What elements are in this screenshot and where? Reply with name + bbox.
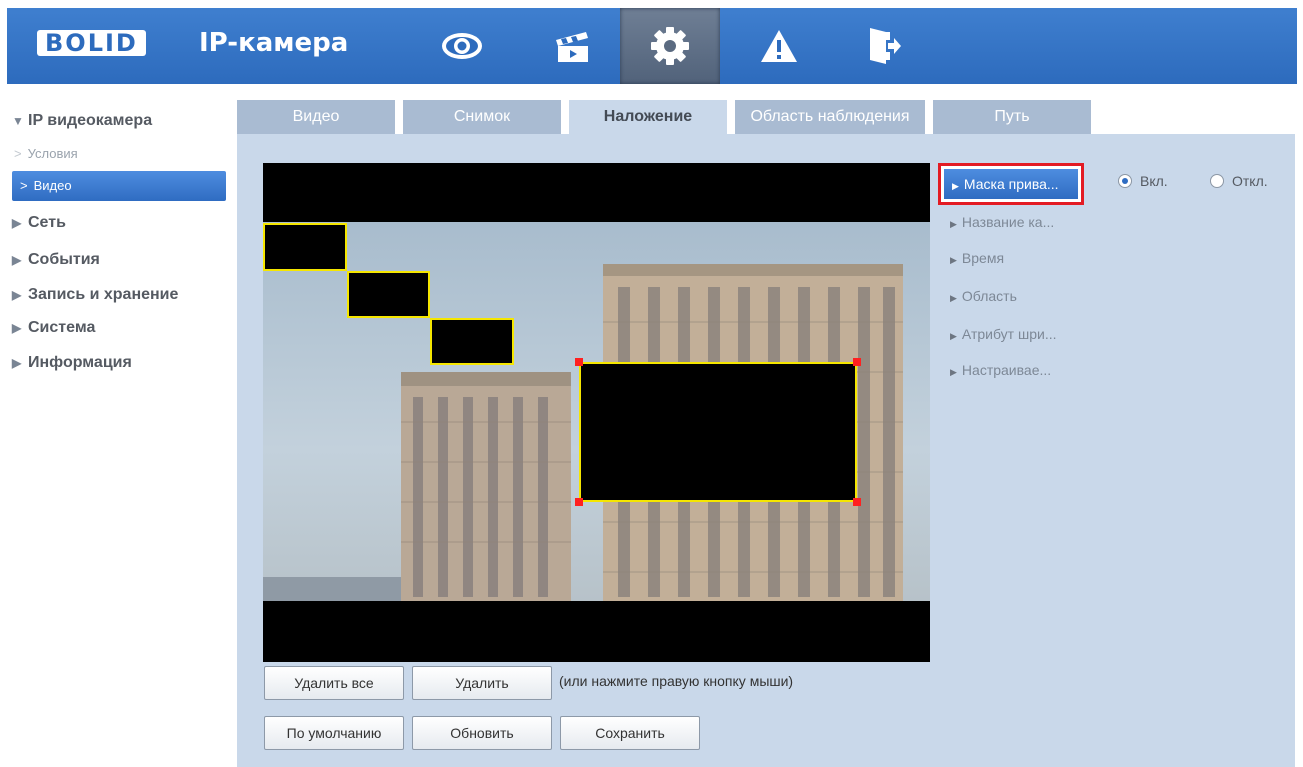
- triangle-right-icon: ▶: [12, 216, 22, 230]
- tab-video[interactable]: Видео: [237, 100, 395, 134]
- menu-item-privacy-mask[interactable]: ▶ Маска прива...: [944, 169, 1078, 199]
- triangle-right-icon: ▶: [12, 321, 22, 335]
- triangle-right-icon: ▶: [12, 356, 22, 370]
- triangle-right-icon: ▶: [950, 331, 957, 341]
- tab-area[interactable]: Область наблюдения: [735, 100, 925, 134]
- settings-nav-button[interactable]: [620, 8, 720, 84]
- privacy-mask-3[interactable]: [430, 318, 514, 365]
- menu-item-privacy-mask-highlight[interactable]: ▶ Маска прива...: [938, 163, 1084, 205]
- delete-all-button[interactable]: Удалить все: [264, 666, 404, 700]
- triangle-down-icon: ▼: [12, 114, 24, 128]
- right-click-hint: (или нажмите правую кнопку мыши): [559, 673, 794, 689]
- enable-radio[interactable]: Вкл.: [1118, 172, 1168, 190]
- top-navigation-bar: BOLID IP-камера: [7, 8, 1297, 84]
- menu-item-channel-name[interactable]: ▶ Название ка...: [950, 213, 1054, 233]
- resize-handle[interactable]: [575, 358, 583, 366]
- tab-path[interactable]: Путь: [933, 100, 1091, 134]
- privacy-mask-2[interactable]: [347, 271, 430, 318]
- tab-snapshot[interactable]: Снимок: [403, 100, 561, 134]
- refresh-button[interactable]: Обновить: [412, 716, 552, 750]
- sidebar-item-video[interactable]: > Видео: [12, 171, 226, 201]
- logout-icon: [870, 28, 901, 64]
- gear-icon: [651, 27, 689, 65]
- triangle-right-icon: ▶: [12, 288, 22, 302]
- triangle-right-icon: ▶: [950, 367, 957, 377]
- sidebar-group-network[interactable]: ▶ Сеть: [12, 213, 66, 233]
- resize-handle[interactable]: [575, 498, 583, 506]
- default-button[interactable]: По умолчанию: [264, 716, 404, 750]
- clapperboard-icon: [556, 32, 588, 62]
- sidebar-group-system[interactable]: ▶ Система: [12, 318, 95, 338]
- menu-item-area[interactable]: ▶ Область: [950, 287, 1017, 307]
- triangle-right-icon: ▶: [12, 253, 22, 267]
- radio-selected-icon: [1118, 174, 1132, 188]
- menu-item-font-attribute[interactable]: ▶ Атрибут шри...: [950, 325, 1057, 345]
- warning-icon: [761, 30, 797, 62]
- alarm-nav-button[interactable]: [729, 8, 829, 84]
- menu-item-time[interactable]: ▶ Время: [950, 249, 1004, 269]
- resize-handle[interactable]: [853, 358, 861, 366]
- chevron-right-icon: >: [20, 178, 28, 193]
- disable-radio[interactable]: Откл.: [1210, 172, 1268, 190]
- bolid-logo: BOLID: [37, 30, 146, 56]
- resize-handle[interactable]: [853, 498, 861, 506]
- eye-icon: [442, 33, 482, 59]
- sidebar-group-ip-camera[interactable]: ▼ IP видеокамера: [12, 111, 152, 131]
- playback-nav-button[interactable]: [522, 8, 622, 84]
- triangle-right-icon: ▶: [950, 293, 957, 303]
- privacy-mask-selected[interactable]: [579, 362, 857, 502]
- logout-nav-button[interactable]: [834, 8, 934, 84]
- video-preview[interactable]: [263, 163, 930, 662]
- product-title: IP-камера: [199, 28, 349, 58]
- live-view-nav-button[interactable]: [412, 8, 512, 84]
- chevron-right-icon: >: [14, 146, 22, 161]
- sidebar-group-events[interactable]: ▶ События: [12, 250, 100, 270]
- radio-unselected-icon: [1210, 174, 1224, 188]
- delete-button[interactable]: Удалить: [412, 666, 552, 700]
- sidebar-group-storage[interactable]: ▶ Запись и хранение: [12, 285, 178, 305]
- privacy-mask-1[interactable]: [263, 223, 347, 271]
- menu-item-custom[interactable]: ▶ Настраивае...: [950, 361, 1051, 381]
- triangle-right-icon: ▶: [952, 181, 959, 191]
- sidebar-group-info[interactable]: ▶ Информация: [12, 353, 132, 373]
- tab-overlay[interactable]: Наложение: [569, 100, 727, 134]
- triangle-right-icon: ▶: [950, 255, 957, 265]
- sidebar-item-conditions[interactable]: > Условия: [14, 145, 78, 163]
- save-button[interactable]: Сохранить: [560, 716, 700, 750]
- triangle-right-icon: ▶: [950, 219, 957, 229]
